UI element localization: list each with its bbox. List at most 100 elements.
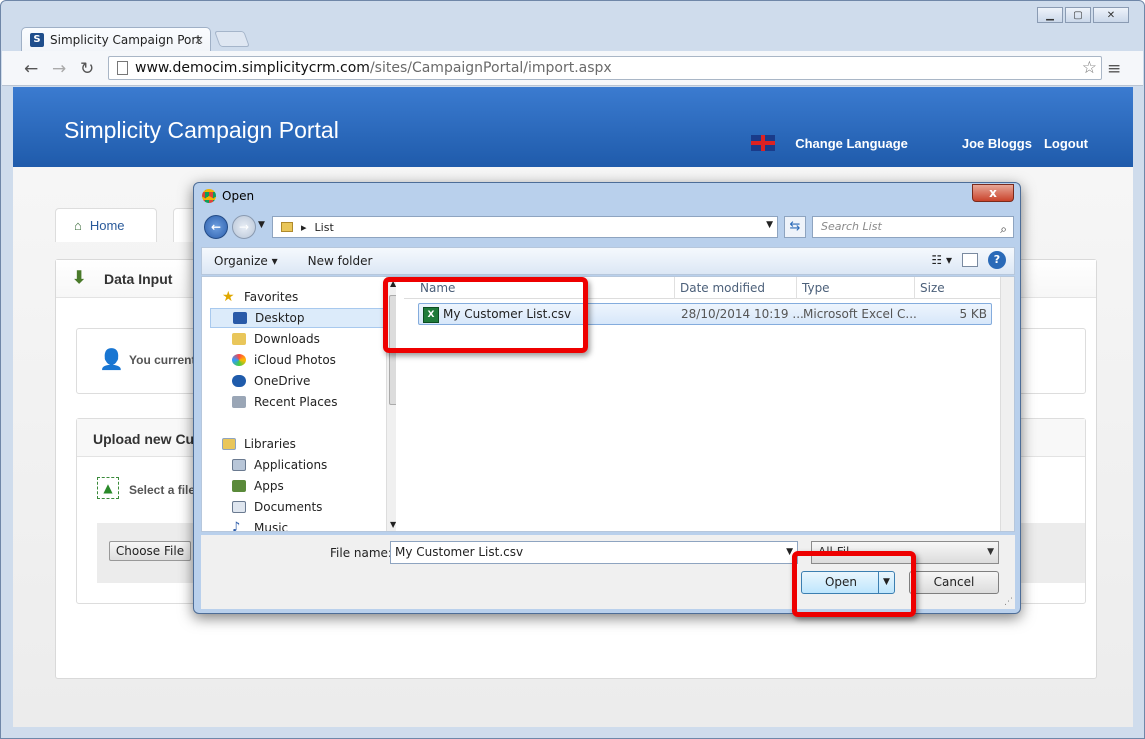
- documents-icon: [232, 501, 246, 513]
- command-bar: Organize ▾ New folder ☷ ▾ ?: [201, 247, 1015, 275]
- logout-link[interactable]: Logout: [1044, 136, 1088, 151]
- preview-pane-icon[interactable]: [962, 253, 978, 267]
- file-size: 5 KB: [959, 307, 987, 321]
- dialog-nav-row: ← → ▼ ▸ List ▼ ⇆ Search List ⌕: [202, 215, 1014, 241]
- menu-icon[interactable]: ≡: [1107, 59, 1121, 79]
- file-date: 28/10/2014 10:19 ...: [681, 307, 804, 321]
- back-arrow-icon[interactable]: ←: [24, 59, 38, 79]
- nav-applications[interactable]: Applications: [232, 455, 396, 475]
- folder-icon: [281, 222, 293, 232]
- nav-libraries[interactable]: Libraries: [222, 434, 396, 454]
- dialog-close-button[interactable]: x: [972, 184, 1014, 202]
- forward-arrow-icon[interactable]: →: [52, 59, 66, 79]
- nav-applications-label: Applications: [254, 458, 328, 472]
- organize-button[interactable]: Organize ▾: [214, 254, 278, 268]
- desktop-icon: [233, 312, 247, 324]
- file-name-input[interactable]: My Customer List.csv ▼: [390, 541, 798, 564]
- view-options-icon[interactable]: ☷ ▾: [931, 253, 952, 267]
- resize-grip-icon[interactable]: ⋰: [1004, 597, 1013, 607]
- download-icon: ⬇: [72, 268, 87, 287]
- browser-toolbar: ← → ↻ www.democim.simplicitycrm.com/site…: [2, 51, 1143, 86]
- downloads-folder-icon: [232, 333, 246, 345]
- nav-downloads-label: Downloads: [254, 332, 320, 346]
- file-type: Microsoft Excel C...: [803, 307, 917, 321]
- nav-music[interactable]: ♪ Music: [232, 518, 396, 531]
- onedrive-cloud-icon: [232, 375, 246, 387]
- nav-documents[interactable]: Documents: [232, 497, 396, 517]
- nav-recent-label: Recent Places: [254, 395, 338, 409]
- nav-icloud-photos[interactable]: iCloud Photos: [232, 350, 396, 370]
- column-separator: [796, 277, 797, 299]
- bookmark-star-icon[interactable]: ☆: [1082, 58, 1097, 78]
- choose-file-button[interactable]: Choose File: [109, 541, 191, 561]
- applications-icon: [232, 459, 246, 471]
- nav-recent-places[interactable]: Recent Places: [232, 392, 396, 412]
- tab-home[interactable]: ⌂ Home: [55, 208, 157, 242]
- select-file-text: Select a file: [129, 483, 196, 497]
- forward-arrow-icon[interactable]: →: [232, 215, 256, 239]
- col-date[interactable]: Date modified: [680, 281, 765, 295]
- file-list-scrollbar[interactable]: [1000, 277, 1014, 531]
- search-icon: ⌕: [1000, 222, 1007, 236]
- refresh-icon[interactable]: ⇆: [784, 216, 806, 238]
- col-type[interactable]: Type: [802, 281, 830, 295]
- close-window-button[interactable]: ✕: [1093, 7, 1129, 23]
- recent-dropdown-icon[interactable]: ▼: [258, 220, 265, 230]
- nav-downloads[interactable]: Downloads: [232, 329, 396, 349]
- chrome-icon: [202, 189, 216, 203]
- site-favicon-icon: S: [30, 32, 44, 47]
- search-placeholder: Search List: [821, 220, 882, 233]
- user-name-link[interactable]: Joe Bloggs: [962, 136, 1032, 151]
- navigation-pane: ★ Favorites Desktop Downloads iCloud Pho…: [202, 277, 396, 531]
- back-arrow-icon[interactable]: ←: [204, 215, 228, 239]
- user-icon: 👤: [99, 347, 124, 371]
- nav-icloud-label: iCloud Photos: [254, 353, 336, 367]
- address-bar[interactable]: www.democim.simplicitycrm.com/sites/Camp…: [108, 56, 1102, 80]
- file-type-dropdown-icon[interactable]: ▼: [987, 542, 994, 563]
- column-separator: [674, 277, 675, 299]
- browser-tab[interactable]: S Simplicity Campaign Port ×: [21, 27, 211, 51]
- portal-title: Simplicity Campaign Portal: [64, 117, 339, 143]
- new-folder-button[interactable]: New folder: [308, 254, 373, 268]
- upload-arrow-icon: ▲: [97, 477, 119, 499]
- icloud-photos-icon: [232, 354, 246, 366]
- file-name-label: File name:: [330, 546, 392, 560]
- nav-favorites[interactable]: ★ Favorites: [222, 287, 396, 307]
- home-icon: ⌂: [74, 218, 82, 233]
- libraries-icon: [222, 438, 236, 450]
- dialog-title: Open: [222, 189, 255, 203]
- path-dropdown-icon[interactable]: ▼: [766, 220, 773, 230]
- upload-title: Upload new Cu: [93, 431, 195, 447]
- nav-apps[interactable]: Apps: [232, 476, 396, 496]
- scroll-down-icon[interactable]: ▼: [390, 520, 396, 529]
- help-icon[interactable]: ?: [988, 251, 1006, 269]
- minimize-button[interactable]: ▁: [1037, 7, 1063, 23]
- file-browser: ★ Favorites Desktop Downloads iCloud Pho…: [201, 276, 1015, 532]
- search-input[interactable]: Search List ⌕: [812, 216, 1014, 238]
- change-language-link[interactable]: Change Language: [795, 136, 908, 151]
- nav-apps-label: Apps: [254, 479, 284, 493]
- open-button-highlight-annotation: [792, 551, 916, 617]
- path-label: List: [314, 220, 334, 234]
- nav-music-label: Music: [254, 521, 289, 531]
- reload-icon[interactable]: ↻: [80, 59, 94, 79]
- nav-documents-label: Documents: [254, 500, 323, 514]
- tab-close-icon[interactable]: ×: [194, 33, 204, 47]
- maximize-button[interactable]: ▢: [1065, 7, 1091, 23]
- music-icon: ♪: [232, 520, 241, 531]
- tab-home-label: Home: [89, 218, 125, 233]
- nav-desktop[interactable]: Desktop: [210, 308, 384, 328]
- path-arrow: ▸: [301, 220, 307, 234]
- uk-flag-icon: [751, 135, 776, 151]
- file-name-value: My Customer List.csv: [395, 545, 524, 559]
- apps-icon: [232, 480, 246, 492]
- cancel-button[interactable]: Cancel: [909, 571, 999, 594]
- nav-onedrive[interactable]: OneDrive: [232, 371, 396, 391]
- nav-libraries-label: Libraries: [244, 437, 296, 451]
- path-bar[interactable]: ▸ List ▼: [272, 216, 778, 238]
- header-links: Change Language Joe Bloggs Logout: [751, 135, 1088, 151]
- col-size[interactable]: Size: [920, 281, 945, 295]
- new-tab-button[interactable]: [214, 31, 250, 47]
- nav-onedrive-label: OneDrive: [254, 374, 311, 388]
- open-file-dialog: Open x ← → ▼ ▸ List ▼ ⇆ Search List ⌕ Or…: [193, 182, 1021, 614]
